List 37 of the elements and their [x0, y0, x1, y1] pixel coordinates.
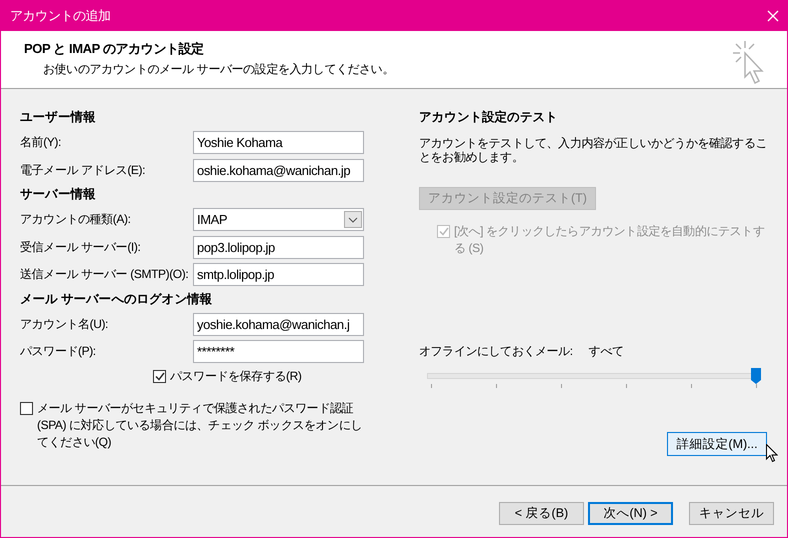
dialog-button[interactable]: 次へ(N) > [588, 502, 673, 525]
password-field[interactable]: ******** [193, 340, 364, 364]
dialog-button[interactable]: キャンセル [689, 502, 774, 525]
close-icon[interactable] [767, 10, 779, 22]
mouse-pointer-icon [766, 444, 778, 463]
field-label: パスワード(P): [20, 343, 96, 360]
text-field[interactable]: oshie.kohama@wanichan.jp [193, 158, 364, 182]
offline-label: オフラインにしておくメール: [419, 343, 573, 360]
check-icon [438, 227, 448, 236]
slider-track[interactable] [427, 368, 761, 384]
header-subtitle: お使いのアカウントのメール サーバーの設定を入力してください。 [43, 61, 394, 78]
save-password-checkbox[interactable]: パスワードを保存する(R) [153, 368, 364, 384]
account-type-dropdown[interactable]: IMAP [193, 208, 364, 232]
header-title: POP と IMAP のアカウント設定 [24, 40, 205, 58]
slider-thumb[interactable] [751, 368, 761, 384]
text-field[interactable]: yoshie.kohama@wanichan.j [193, 312, 364, 336]
text-field[interactable]: Yoshie Kohama [193, 131, 364, 154]
field-label: 電子メール アドレス(E): [20, 162, 146, 179]
section-heading: メール サーバーへのログオン情報 [20, 290, 214, 308]
field-label: 名前(Y): [20, 134, 61, 152]
chevron-down-icon[interactable] [344, 211, 362, 228]
window-title: アカウントの追加 [10, 6, 111, 24]
text-field[interactable]: smtp.lolipop.jp [193, 263, 364, 286]
text-field[interactable]: pop3.lolipop.jp [193, 236, 364, 259]
description-text: アカウントをテストして、入力内容が正しいかどうかを確認することをお勧めします。 [419, 136, 767, 164]
check-icon [154, 372, 164, 380]
section-heading: サーバー情報 [20, 186, 97, 203]
advanced-settings-button[interactable]: 詳細設定(M)... [667, 432, 767, 456]
dialog-button[interactable]: < 戻る(B) [499, 502, 584, 525]
offline-value: すべて [588, 343, 624, 360]
section-heading: アカウント設定のテスト [419, 109, 559, 126]
field-label: アカウントの種類(A): [20, 211, 131, 228]
field-label: 送信メール サーバー (SMTP)(O): [20, 266, 188, 284]
spa-checkbox[interactable]: メール サーバーがセキュリティで保護されたパスワード認証 (SPA) に対応している場合には、チェック ボックスをオンにしてください(Q) [20, 400, 364, 450]
field-label: 受信メール サーバー(I): [20, 238, 140, 256]
field-label: アカウント名(U): [20, 316, 108, 333]
section-heading: ユーザー情報 [20, 109, 97, 126]
